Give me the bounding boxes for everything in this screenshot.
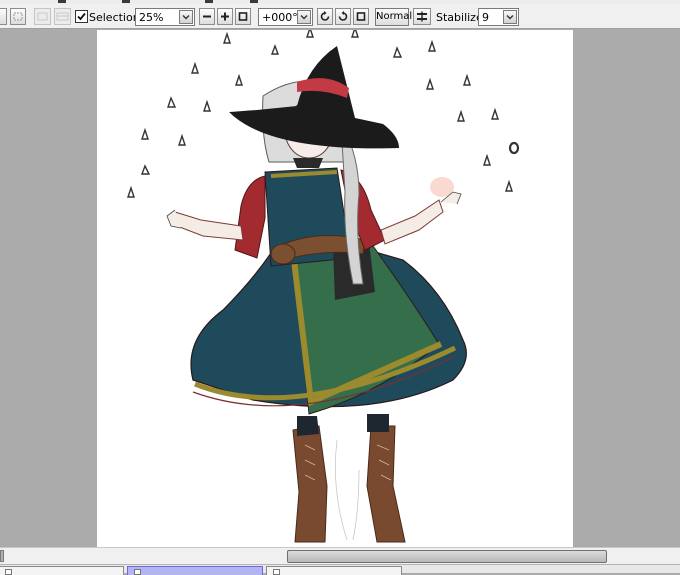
chevron-down-icon[interactable] (297, 10, 311, 24)
invert-selection-icon (37, 12, 48, 21)
deselect-button[interactable] (10, 8, 26, 25)
zoom-reset-icon (238, 12, 248, 21)
zoom-out-button[interactable] (199, 8, 215, 25)
zoom-select[interactable]: 25% (135, 8, 195, 26)
rotate-right-button[interactable] (335, 8, 351, 25)
document-icon (273, 569, 280, 575)
zoom-in-button[interactable] (217, 8, 233, 25)
top-strip-fragment (205, 0, 213, 3)
scrollbar-left-end[interactable] (0, 550, 4, 562)
document-tabs (0, 564, 680, 575)
rotate-right-icon (338, 11, 348, 21)
flip-horizontal-button[interactable] (413, 8, 431, 25)
document-tab[interactable] (0, 566, 124, 575)
transform-icon (56, 12, 69, 21)
dress (190, 167, 467, 415)
rotate-left-button[interactable] (317, 8, 333, 25)
top-strip-fragment (122, 0, 130, 3)
document-tab-active[interactable] (127, 566, 263, 575)
scrollbar-thumb[interactable] (287, 550, 607, 563)
selection-checkbox[interactable] (75, 10, 88, 23)
rotate-left-icon (320, 11, 330, 21)
rotation-select[interactable]: +000° (258, 8, 313, 26)
stabilizer-select[interactable]: 9 (478, 8, 519, 26)
document-icon (5, 569, 12, 575)
blend-mode-button[interactable]: Normal (375, 8, 412, 26)
checkmark-icon (77, 12, 86, 21)
chevron-down-icon[interactable] (179, 10, 193, 24)
chevron-down-icon[interactable] (503, 10, 517, 24)
drawing-canvas[interactable] (97, 30, 573, 547)
horizontal-scrollbar[interactable] (0, 547, 680, 564)
flip-horizontal-icon (417, 11, 427, 22)
stabilizer-value: 9 (482, 11, 489, 24)
selection-label: Selection (89, 11, 140, 24)
document-tab[interactable] (266, 566, 402, 575)
top-strip-fragment (58, 0, 66, 3)
invert-selection-button[interactable] (34, 8, 51, 25)
toolbar-button-clipped[interactable] (0, 8, 7, 25)
top-strip-fragment (250, 0, 258, 3)
zoom-value: 25% (139, 11, 164, 24)
zoom-out-icon (203, 15, 211, 18)
rotate-reset-icon (356, 12, 366, 21)
transform-button[interactable] (54, 8, 71, 25)
rotate-reset-button[interactable] (353, 8, 369, 25)
canvas-toolbar: Selection 25% +000° Normal Stabilizer 9 (0, 4, 680, 29)
deselect-icon (13, 12, 23, 21)
boots (292, 414, 406, 543)
witch-illustration (127, 30, 520, 543)
zoom-in-icon (221, 12, 229, 21)
witch-hat (229, 46, 399, 149)
canvas-workspace[interactable] (0, 30, 680, 547)
document-icon (134, 569, 141, 575)
zoom-reset-button[interactable] (235, 8, 251, 25)
rotation-value: +000° (262, 11, 298, 24)
